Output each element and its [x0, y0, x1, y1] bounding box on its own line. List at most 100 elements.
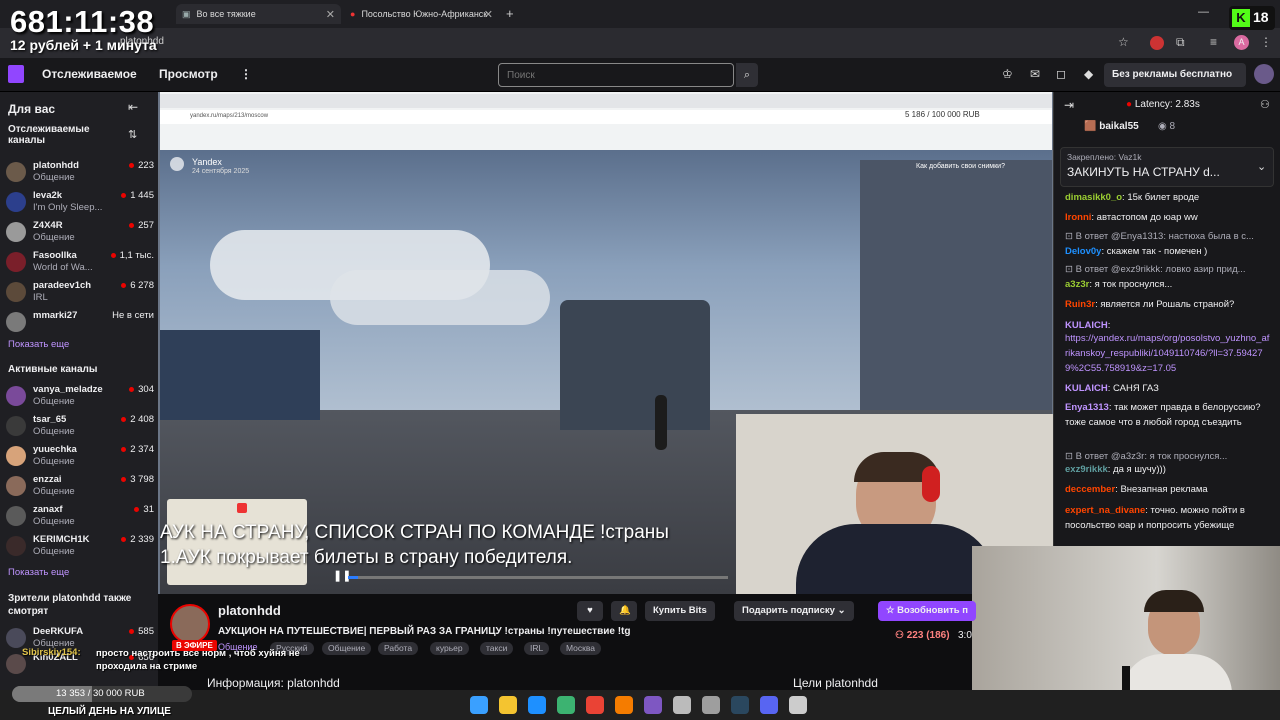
show-more-active[interactable]: Показать еще — [8, 567, 69, 578]
resubscribe-button[interactable]: ☆ Возобновить п — [878, 601, 976, 621]
sidebar-channel-enzzai[interactable]: enzzai Общение 3 798 — [6, 474, 154, 504]
close-tab-icon[interactable]: ✕ — [484, 8, 493, 21]
pinned-text: ЗАКИНУТЬ НА СТРАНУ d... — [1067, 165, 1220, 179]
stream-tag[interactable]: IRL — [524, 642, 550, 655]
search-icon[interactable]: ⌕ — [736, 63, 758, 87]
chat-username[interactable]: expert_na_divane — [1065, 505, 1145, 516]
chat-message: Ruin3r: является ли Рошаль страной? — [1065, 297, 1270, 312]
minimize-icon[interactable]: — — [1198, 6, 1209, 18]
app-icon[interactable] — [557, 696, 575, 714]
chat-link[interactable]: https://yandex.ru/maps/org/posolstvo_yuz… — [1065, 333, 1269, 374]
stream-tag[interactable]: Москва — [560, 642, 602, 655]
chat-message: a3z3r: я ток проснулся... — [1065, 277, 1270, 292]
inbox-icon[interactable]: ✉ — [1030, 67, 1040, 81]
profile-avatar[interactable]: A — [1234, 35, 1249, 50]
chat-username[interactable]: Ironni — [1065, 212, 1091, 223]
edge-icon[interactable] — [528, 696, 546, 714]
chat-message: https://yandex.ru/maps/org/posolstvo_yuz… — [1065, 331, 1270, 376]
sidebar-channel-yuuechka[interactable]: yuuechka Общение 2 374 — [6, 444, 154, 474]
nav-browse[interactable]: Просмотр — [159, 67, 218, 81]
sort-icon[interactable]: ⇅ — [128, 128, 137, 141]
app-icon[interactable] — [673, 696, 691, 714]
nav-following[interactable]: Отслеживаемое — [42, 67, 137, 81]
chat-text: : — [1107, 320, 1111, 331]
add-photos-link[interactable]: Как добавить свои снимки? — [916, 163, 1005, 170]
seek-bar[interactable] — [348, 576, 728, 579]
chat-username[interactable]: Ruin3r — [1065, 299, 1095, 310]
sidebar-channel-kerimch1k[interactable]: KERIMCH1K Общение 2 339 — [6, 534, 154, 564]
steam-icon[interactable] — [731, 696, 749, 714]
star-icon[interactable]: ☆ — [1118, 35, 1129, 49]
kebab-menu-icon[interactable]: ⋮ — [1260, 35, 1272, 49]
new-tab-icon[interactable]: + — [506, 6, 514, 21]
chat-username[interactable]: dimasikk0_o — [1065, 192, 1122, 203]
stream-tag[interactable]: такси — [480, 642, 514, 655]
chat-username[interactable]: Enya1313 — [1065, 402, 1109, 413]
gift-sub-button[interactable]: Подарить подписку ⌄ — [734, 601, 854, 621]
crown-icon[interactable]: ♔ — [1002, 67, 1013, 81]
app-icon[interactable] — [702, 696, 720, 714]
whispers-icon[interactable]: ◻ — [1056, 67, 1066, 81]
viewer-count-value: 223 — [138, 160, 154, 171]
donation-goal-caption: ЦЕЛЫЙ ДЕНЬ НА УЛИЦЕ — [48, 706, 171, 717]
user-avatar[interactable] — [1254, 64, 1274, 84]
chat-username[interactable]: KULAICH — [1065, 383, 1108, 394]
viewer-count-value: 257 — [138, 220, 154, 231]
search-input[interactable] — [498, 63, 734, 87]
chat-username[interactable]: exz9rikkk — [1065, 464, 1108, 475]
channel-name[interactable]: platonhdd — [218, 603, 281, 618]
expand-chat-icon[interactable]: ⇥ — [1064, 98, 1074, 112]
show-more-followed[interactable]: Показать еще — [8, 339, 69, 350]
bits-icon[interactable]: ◆ — [1084, 67, 1093, 81]
sidebar-channel-paradeev1ch[interactable]: paradeev1ch IRL 6 278 — [6, 280, 154, 310]
channel-avatar — [6, 416, 26, 436]
sidebar-channel-tsar_65[interactable]: tsar_65 Общение 2 408 — [6, 414, 154, 444]
chat-username[interactable]: deccember — [1065, 484, 1115, 495]
sidebar-channel-mmarki27[interactable]: mmarki27 Не в сети — [6, 310, 154, 340]
chrome-icon[interactable] — [586, 696, 604, 714]
browser-tab[interactable]: ▣ Во все тяжкие ✕ — [176, 4, 341, 24]
calculator-icon[interactable] — [789, 696, 807, 714]
follow-heart-icon[interactable]: ♥ — [577, 601, 603, 621]
channel-avatar — [6, 162, 26, 182]
chat-message: expert_na_divane: точно. можно пойти в п… — [1065, 503, 1270, 533]
channel-category: I'm Only Sleep... — [33, 202, 103, 213]
stream-tag[interactable]: курьер — [430, 642, 469, 655]
sidebar-channel-leva2k[interactable]: leva2k I'm Only Sleep... 1 445 — [6, 190, 154, 220]
app-icon[interactable] — [615, 696, 633, 714]
pinned-message[interactable]: Закреплено: Vaz1k ЗАКИНУТЬ НА СТРАНУ d..… — [1060, 147, 1274, 187]
puzzle-icon[interactable]: ⧉ — [1176, 35, 1185, 50]
sidebar-channel-platonhdd[interactable]: platonhdd Общение 223 — [6, 160, 154, 190]
sidebar-channel-vanya_meladze[interactable]: vanya_meladze Общение 304 — [6, 384, 154, 414]
windows-start-icon[interactable] — [470, 696, 488, 714]
buy-bits-button[interactable]: Купить Bits — [645, 601, 715, 621]
chat-username[interactable]: KULAICH — [1065, 320, 1108, 331]
channel-avatar[interactable] — [170, 604, 210, 644]
channel-category: Общение — [33, 396, 75, 407]
sidebar-channel-z4x4r[interactable]: Z4X4R Общение 257 — [6, 220, 154, 250]
channel-name: vanya_meladze — [33, 384, 103, 395]
address-bar[interactable]: platonhdd ☆ ⧉ ≡ A ⋮ — [0, 28, 1280, 58]
menu-lines-icon[interactable]: ≡ — [1210, 35, 1217, 49]
sidebar-channel-fasoollka[interactable]: Fasoollka World of Wa... 1,1 тыс. — [6, 250, 154, 280]
twitch-logo-icon[interactable] — [8, 65, 24, 83]
notification-bell-icon[interactable]: 🔔 — [611, 601, 637, 621]
close-tab-icon[interactable]: ✕ — [326, 8, 335, 21]
chevron-down-icon[interactable]: ⌄ — [1257, 160, 1266, 173]
more-menu-icon[interactable]: ⋮ — [240, 67, 252, 81]
viewer-count-value: 3 798 — [130, 474, 154, 485]
discord-icon[interactable] — [760, 696, 778, 714]
stream-tag[interactable]: Работа — [378, 642, 419, 655]
file-explorer-icon[interactable] — [499, 696, 517, 714]
chat-message: KULAICH: САНЯ ГАЗ — [1065, 381, 1270, 396]
no-ads-button[interactable]: Без рекламы бесплатно — [1104, 63, 1246, 87]
users-icon[interactable]: ⚇ — [1260, 98, 1270, 111]
extension-icon[interactable] — [1150, 36, 1164, 50]
app-icon[interactable] — [644, 696, 662, 714]
viewer-count-value: 31 — [143, 504, 154, 515]
sidebar-channel-zanaxf[interactable]: zanaxf Общение 31 — [6, 504, 154, 534]
collapse-sidebar-icon[interactable]: ⇤ — [128, 100, 138, 114]
chat-username[interactable]: Delov0y — [1065, 246, 1101, 257]
chat-username[interactable]: a3z3r — [1065, 279, 1089, 290]
browser-tab[interactable]: ● Посольство Южно-Африканск ✕ — [344, 4, 499, 24]
